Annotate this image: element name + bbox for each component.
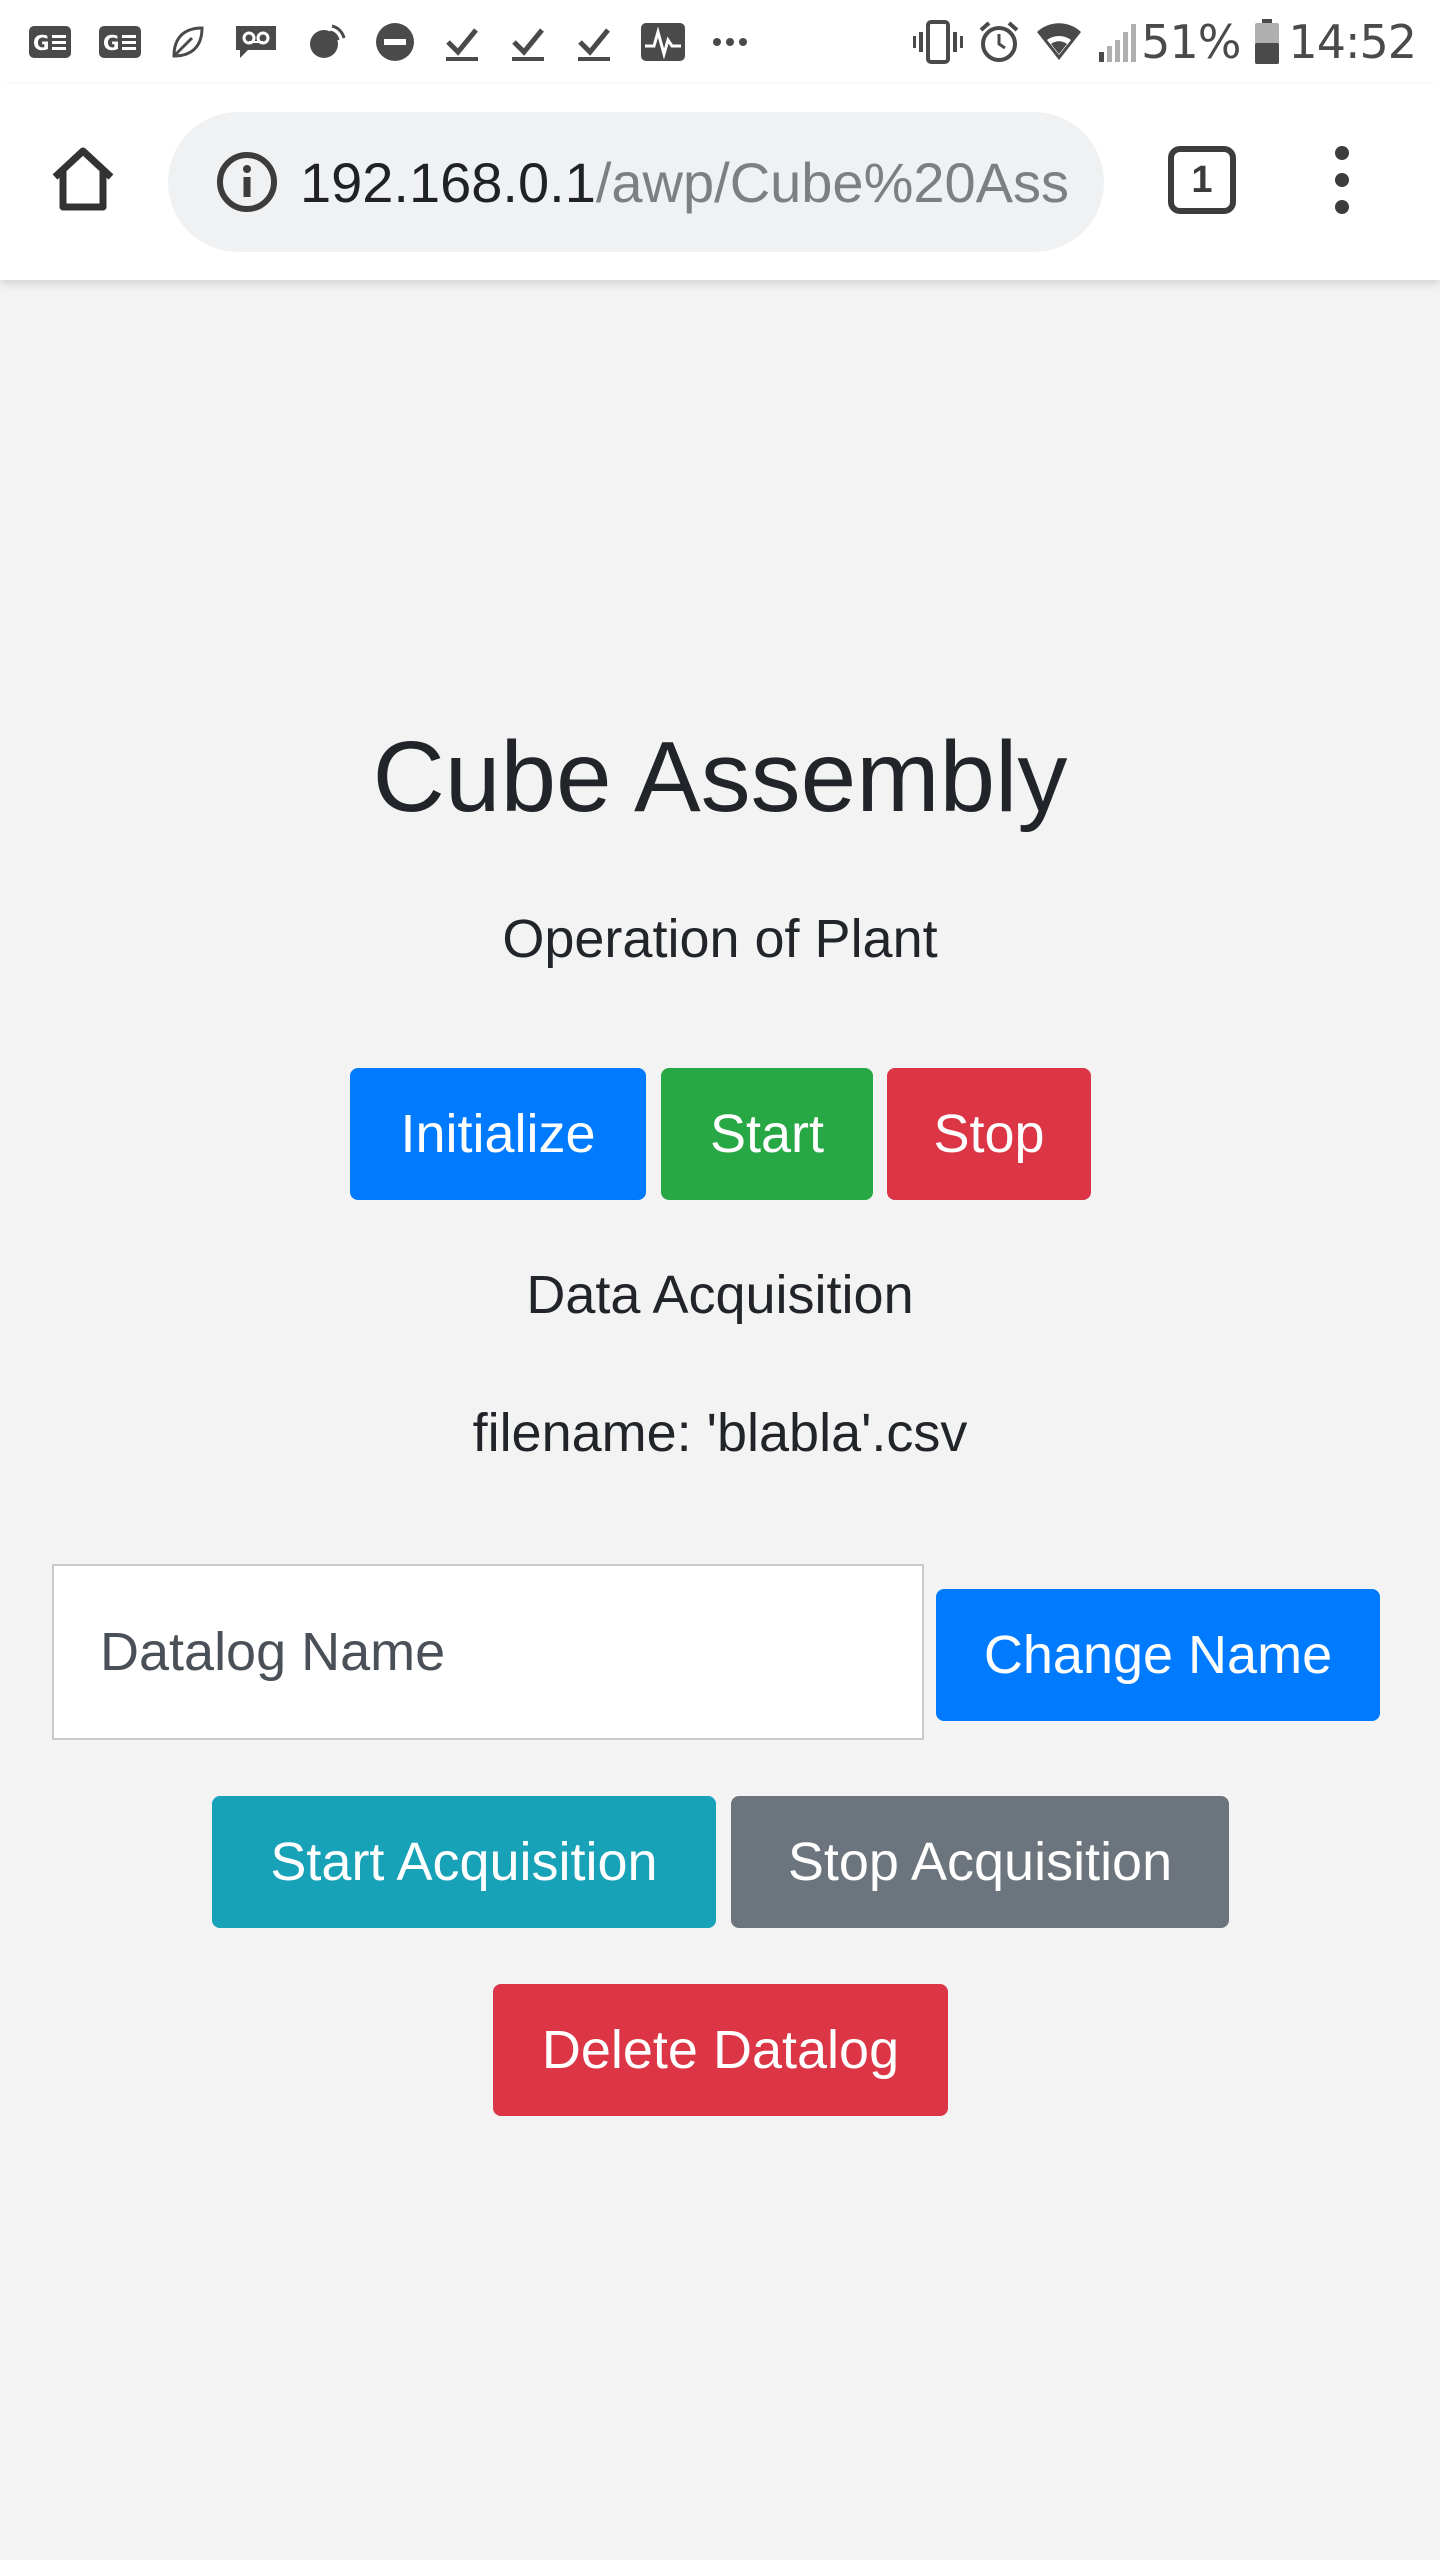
clock: 14:52: [1288, 15, 1417, 69]
stop-button[interactable]: Stop: [887, 1068, 1091, 1200]
change-name-button[interactable]: Change Name: [936, 1589, 1380, 1721]
leaf-icon: [168, 22, 208, 62]
browser-toolbar: 192.168.0.1/awp/Cube%20Ass 1: [0, 84, 1440, 280]
download-done-icon: [508, 22, 548, 62]
tab-switcher-button[interactable]: 1: [1168, 146, 1236, 214]
battery-icon: [1254, 19, 1280, 65]
download-done-icon: [442, 22, 482, 62]
vibrate-icon: [913, 20, 964, 64]
start-acquisition-button[interactable]: Start Acquisition: [212, 1796, 716, 1928]
page-title: Cube Assembly: [372, 721, 1068, 833]
operation-label: Operation of Plant: [502, 909, 938, 969]
filename-text: filename: 'blabla'.csv: [472, 1403, 968, 1463]
status-bar: G G 51% 14:52: [0, 0, 1440, 84]
signal-icon: [1097, 20, 1141, 64]
start-button[interactable]: Start: [661, 1068, 873, 1200]
more-icon: [712, 37, 748, 47]
url-host: 192.168.0.1: [300, 150, 596, 214]
wifi-icon: [1035, 22, 1083, 62]
initialize-button[interactable]: Initialize: [350, 1068, 646, 1200]
battery-percent: 51%: [1141, 15, 1241, 69]
datalog-name-input[interactable]: [52, 1564, 924, 1740]
page-content: Cube Assembly Operation of Plant Initial…: [0, 280, 1440, 2560]
home-button[interactable]: [46, 142, 120, 216]
alarm-icon: [977, 20, 1021, 64]
info-icon[interactable]: [216, 151, 278, 213]
gmail-icon: G: [28, 25, 72, 59]
svg-text:G: G: [33, 31, 49, 55]
overflow-menu-icon[interactable]: [1316, 140, 1368, 220]
url-path: /awp/Cube%20Ass: [595, 150, 1069, 214]
cast-icon: [304, 20, 348, 64]
do-not-disturb-icon: [374, 21, 416, 63]
download-done-icon: [574, 22, 614, 62]
delete-datalog-button[interactable]: Delete Datalog: [493, 1984, 948, 2116]
activity-icon: [640, 22, 686, 62]
data-acquisition-label: Data Acquisition: [526, 1265, 914, 1325]
address-bar[interactable]: 192.168.0.1/awp/Cube%20Ass: [168, 112, 1104, 252]
url-text[interactable]: 192.168.0.1/awp/Cube%20Ass: [300, 150, 1069, 215]
stop-acquisition-button[interactable]: Stop Acquisition: [731, 1796, 1229, 1928]
gmail-icon: G: [98, 25, 142, 59]
voicemail-icon: [234, 24, 278, 60]
notification-icons: G G: [28, 20, 774, 64]
svg-text:G: G: [103, 31, 119, 55]
system-icons: 51% 14:52: [899, 15, 1417, 69]
home-icon: [52, 147, 114, 211]
